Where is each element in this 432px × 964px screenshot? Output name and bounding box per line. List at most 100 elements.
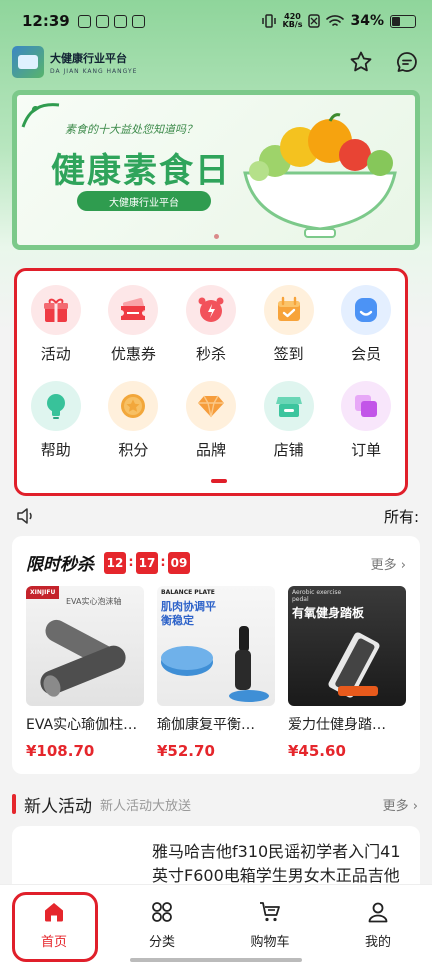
nav-home[interactable]: 首页 [0,885,108,964]
section-accent-bar [12,794,16,814]
banner-pagination [17,234,415,239]
wifi-icon [326,15,345,26]
product-brand-tag: BALANCE PLATE [161,589,215,596]
new-user-more-link[interactable]: 更多 › [383,795,418,814]
product-price: ¥52.70 [157,742,215,760]
banner-question: 素食的十大益处您知道吗？ [65,123,197,136]
product-caption: EVA实心泡沫轴 [66,597,122,606]
quick-menu-flash-sale[interactable]: 秒杀 [172,285,250,364]
quick-menu-label: 活动 [40,345,71,363]
timer-separator: : [128,555,134,570]
product-caption: 肌肉协调平衡稳定 [161,600,216,627]
product-name: EVA实心瑜伽柱… [26,717,138,733]
nav-label: 分类 [148,935,175,950]
status-app-icons [77,14,145,28]
battery-icon [390,14,416,28]
app-notification-icon [95,14,109,28]
product-caption: 有氧健身踏板 [292,606,365,620]
flash-sale-more-link[interactable]: 更多 › [371,554,406,573]
step-platform-illustration [328,632,380,698]
store-icon [263,381,314,431]
message-app-icon [131,14,145,28]
lightbulb-icon [30,381,81,431]
nav-label: 购物车 [250,935,290,950]
flash-sale-header: 限时秒杀 12 : 17 : 09 [26,550,190,575]
product-price: ¥108.70 [26,742,95,760]
platform-logo [12,46,44,78]
new-user-header: 新人活动 新人活动大放送 更多 › [12,792,420,817]
quick-menu-label: 签到 [273,345,304,363]
net-speed-unit: KB/s [282,20,303,29]
home-icon [41,899,67,925]
announcement-text: 所有: [384,507,420,526]
product-image: BALANCE PLATE 肌肉协调平衡稳定 [157,586,275,706]
quick-menu-label: 订单 [351,441,382,459]
nav-profile[interactable]: 我的 [324,885,432,964]
vine-decoration-icon [21,103,60,128]
category-icon [149,899,175,925]
product-name: 爱力仕健身踏… [288,717,386,733]
message-icon[interactable] [394,49,420,75]
quick-menu-activity[interactable]: 活动 [17,285,95,364]
flash-sale-products: XINJIFU EVA实心泡沫轴 EVA实心瑜伽柱… ¥108.70 BALAN… [26,586,406,760]
nav-category[interactable]: 分类 [108,885,216,964]
quick-menu-help[interactable]: 帮助 [17,381,95,460]
product-price: ¥45.60 [288,742,346,760]
announcement-bar[interactable]: 所有: [0,504,432,528]
new-user-product-desc: 雅马哈吉他f310民谣初学者入门41英寸F600电箱学生男女木正品吉他 [152,842,401,885]
quick-menu-label: 店铺 [273,441,304,459]
product-card[interactable]: XINJIFU EVA实心泡沫轴 EVA实心瑜伽柱… ¥108.70 [26,586,144,760]
quick-menu-label: 帮助 [40,441,71,459]
product-card[interactable]: Aerobic exercise pedal 有氧健身踏板 爱力仕健身踏… ¥4… [288,586,406,760]
quick-menu-label: 会员 [351,345,382,363]
timer-seconds: 09 [168,551,190,574]
gift-icon [30,285,81,335]
quick-menu-store[interactable]: 店铺 [250,381,328,460]
order-icon [341,381,392,431]
vegetable-bowl-icon [243,113,397,238]
promo-banner[interactable]: 素食的十大益处您知道吗？ 健康素食日 大健康行业平台 [12,90,420,250]
status-bar: 12:39 420 KB/s 34% [0,0,432,42]
product-brand-tag: Aerobic exercise pedal [292,589,342,603]
product-image: XINJIFU EVA实心泡沫轴 [26,586,144,706]
net-speed: 420 KB/s [283,13,303,29]
chevron-right-icon: › [396,558,406,573]
banner-pill: 大健康行业平台 [77,191,211,211]
vibrate-icon [261,14,276,28]
banner-dot[interactable] [213,234,219,239]
nav-label: 首页 [40,935,67,950]
quick-menu-row: 活动 优惠券 秒杀 签到 会员 [17,285,405,364]
app-header: 大健康行业平台 DA JIAN KANG HANGYE [0,42,432,82]
banner-title: 健康素食日 [51,151,231,191]
quick-menu-member[interactable]: 会员 [327,285,405,364]
new-user-subtitle: 新人活动大放送 [100,798,192,814]
coupon-icon [108,285,159,335]
product-brand-tag: XINJIFU [26,586,60,599]
product-name: 瑜伽康复平衡… [157,717,255,733]
quick-menu-grid: 活动 优惠券 秒杀 签到 会员 帮助 积分 品牌 店铺 订单 [14,268,408,496]
calendar-check-icon [263,285,314,335]
diamond-icon [185,381,236,431]
cart-icon [257,899,283,925]
new-user-title: 新人活动 [24,796,92,817]
product-card[interactable]: BALANCE PLATE 肌肉协调平衡稳定 瑜伽康复平衡… ¥52.70 [157,586,275,760]
quick-menu-points[interactable]: 积分 [95,381,173,460]
quick-menu-label: 秒杀 [195,345,226,363]
nav-cart[interactable]: 购物车 [216,885,324,964]
timer-hours: 12 [104,551,126,574]
timer-separator: : [160,555,166,570]
status-indicators: 420 KB/s 34% [261,13,416,29]
quick-menu-checkin[interactable]: 签到 [250,285,328,364]
quick-menu-label: 优惠券 [110,345,156,363]
quick-menu-label: 品牌 [195,441,226,459]
quick-menu-coupon[interactable]: 优惠券 [95,285,173,364]
home-indicator[interactable] [130,958,302,962]
quick-menu-brand[interactable]: 品牌 [172,381,250,460]
favorite-star-icon[interactable] [348,49,374,75]
sim-off-icon [308,14,321,28]
quick-menu-order[interactable]: 订单 [327,381,405,460]
timer-minutes: 17 [136,551,158,574]
platform-subtitle: DA JIAN KANG HANGYE [50,67,138,75]
foam-roller-illustration [40,619,126,697]
flash-sale-title: 限时秒杀 [26,555,94,575]
